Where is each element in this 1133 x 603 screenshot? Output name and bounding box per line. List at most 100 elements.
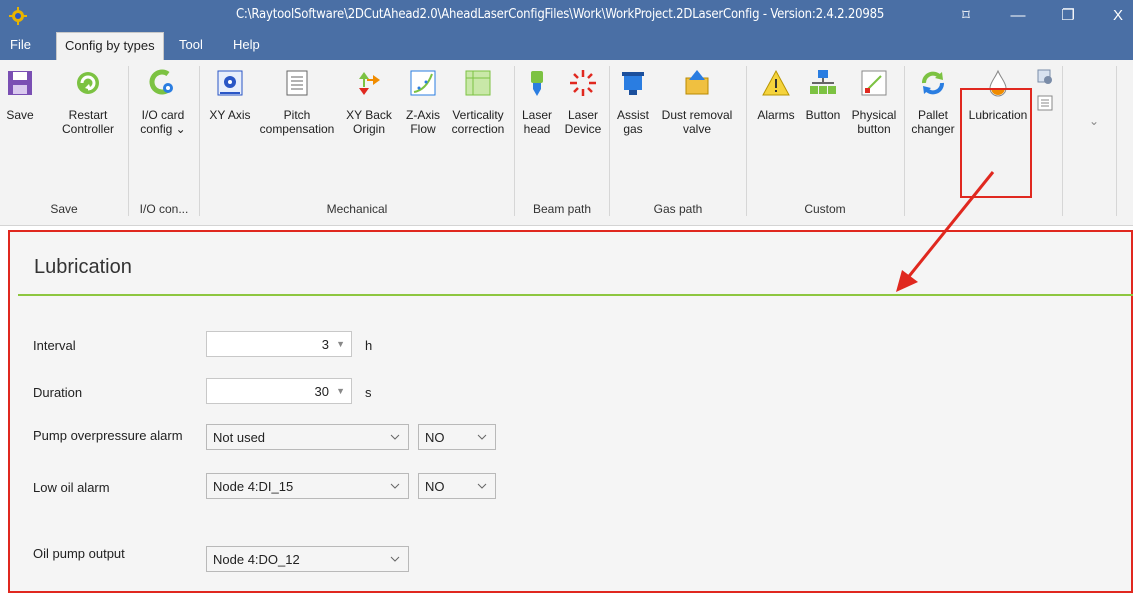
duration-unit: s — [365, 385, 372, 400]
interval-label: Interval — [33, 338, 76, 353]
low-oil-select[interactable]: Node 4:DI_15 — [206, 473, 409, 499]
physical-button-icon — [861, 70, 887, 96]
restore-icon[interactable]: ⌑ — [948, 4, 984, 28]
window-title: C:\RaytoolSoftware\2DCutAhead2.0\AheadLa… — [235, 7, 885, 22]
group-label-custom: Custom — [804, 202, 846, 216]
laser-head-label: Laser head — [521, 108, 553, 136]
xy-back-origin-label: XY Back Origin — [346, 108, 392, 136]
physical-button-button[interactable]: Physical button — [848, 68, 900, 136]
oil-pump-value: Node 4:DO_12 — [213, 552, 300, 567]
chevron-down-icon — [390, 434, 400, 440]
z-axis-flow-button[interactable]: Z-Axis Flow — [400, 68, 446, 136]
window-title-row: C:\RaytoolSoftware\2DCutAhead2.0\AheadLa… — [0, 0, 1133, 32]
interval-value: 3 — [321, 337, 329, 352]
menu-config-by-types[interactable]: Config by types — [56, 32, 164, 60]
spin-down-icon[interactable]: ▼ — [336, 339, 345, 349]
group-separator — [199, 66, 200, 216]
pump-overpressure-value: Not used — [213, 430, 266, 445]
lubrication-highlight-box — [960, 88, 1032, 198]
chevron-down-icon — [390, 556, 400, 562]
list-small-icon — [1037, 95, 1053, 111]
restart-controller-label: Restart Controller — [61, 108, 115, 136]
pallet-changer-label: Pallet changer — [911, 108, 955, 136]
pump-overpressure-mode-value: NO — [425, 430, 445, 445]
grid-icon — [465, 70, 491, 96]
low-oil-mode-select[interactable]: NO — [418, 473, 496, 499]
pump-overpressure-label: Pump overpressure alarm — [33, 428, 183, 443]
pump-overpressure-mode-select[interactable]: NO — [418, 424, 496, 450]
pallet-changer-button[interactable]: Pallet changer — [908, 68, 958, 136]
duration-spinbox[interactable]: 30 ▼ — [206, 378, 352, 404]
verticality-correction-button[interactable]: Verticality correction — [446, 68, 510, 136]
dust-removal-valve-label: Dust removal valve — [661, 108, 733, 136]
app-gear-icon — [9, 7, 27, 25]
group-separator — [514, 66, 515, 216]
pitch-compensation-button[interactable]: Pitch compensation — [257, 68, 337, 136]
page-title: Lubrication — [34, 256, 132, 278]
hierarchy-icon — [810, 70, 836, 94]
pump-overpressure-select[interactable]: Not used — [206, 424, 409, 450]
refresh-icon — [77, 72, 99, 94]
physical-button-label: Physical button — [851, 108, 897, 136]
ribbon-more-button[interactable]: ⌄ — [1086, 114, 1102, 128]
chevron-down-icon — [477, 483, 487, 489]
duration-label: Duration — [33, 385, 83, 400]
xy-axis-button[interactable]: XY Axis — [202, 68, 258, 122]
menu-help[interactable]: Help — [233, 32, 260, 60]
minimize-button[interactable]: — — [1000, 4, 1036, 28]
group-separator — [128, 66, 129, 216]
extra-tool-button[interactable] — [1034, 68, 1056, 112]
save-label: Save — [6, 108, 34, 122]
close-button[interactable]: X — [1100, 4, 1133, 28]
io-card-config-label: I/O card config ⌄ — [140, 108, 186, 136]
alarms-button[interactable]: Alarms — [754, 68, 798, 122]
duration-value: 30 — [314, 384, 329, 399]
maximize-button[interactable]: ❐ — [1050, 4, 1086, 28]
title-underline — [18, 294, 1133, 296]
laser-burst-icon — [570, 70, 596, 96]
laser-device-label: Laser Device — [564, 108, 602, 136]
group-separator — [904, 66, 905, 216]
low-oil-label: Low oil alarm — [33, 480, 110, 495]
low-oil-mode-value: NO — [425, 479, 445, 494]
menu-file[interactable]: File — [10, 32, 31, 60]
group-separator — [609, 66, 610, 216]
origin-arrows-icon — [359, 72, 380, 95]
warning-icon — [762, 69, 790, 96]
oil-pump-select[interactable]: Node 4:DO_12 — [206, 546, 409, 572]
group-separator — [746, 66, 747, 216]
button-button[interactable]: Button — [800, 68, 846, 122]
spin-down-icon[interactable]: ▼ — [336, 386, 345, 396]
group-label-mechanical: Mechanical — [326, 202, 388, 216]
pitch-compensation-label: Pitch compensation — [259, 108, 335, 136]
dust-valve-icon — [685, 70, 709, 95]
settings-small-icon — [1037, 69, 1052, 84]
save-icon — [8, 71, 32, 95]
xy-axis-label: XY Axis — [209, 108, 251, 122]
oil-pump-label: Oil pump output — [33, 546, 125, 561]
z-axis-flow-label: Z-Axis Flow — [406, 108, 440, 136]
curve-chart-icon — [410, 70, 436, 96]
dust-removal-valve-button[interactable]: Dust removal valve — [654, 68, 740, 136]
io-gear-icon — [149, 69, 173, 95]
alarms-label: Alarms — [757, 108, 795, 122]
save-button[interactable]: Save — [2, 68, 38, 122]
restart-controller-button[interactable]: Restart Controller — [50, 68, 126, 136]
laser-device-button[interactable]: Laser Device — [560, 68, 606, 136]
io-card-config-button[interactable]: I/O card config ⌄ — [130, 68, 196, 136]
menu-tool[interactable]: Tool — [179, 32, 203, 60]
menu-bar: File Config by types Tool Help — [0, 32, 1133, 60]
group-label-io: I/O con... — [139, 202, 189, 216]
laser-head-icon — [531, 71, 543, 96]
lubrication-panel: Lubrication Interval 3 ▼ h Duration 30 ▼… — [8, 230, 1133, 593]
xy-axis-gear-icon — [217, 70, 243, 96]
document-list-icon — [286, 70, 308, 96]
gas-valve-icon — [622, 72, 644, 95]
group-label-gas-path: Gas path — [653, 202, 703, 216]
laser-head-button[interactable]: Laser head — [517, 68, 557, 136]
interval-spinbox[interactable]: 3 ▼ — [206, 331, 352, 357]
assist-gas-button[interactable]: Assist gas — [612, 68, 654, 136]
title-bar: C:\RaytoolSoftware\2DCutAhead2.0\AheadLa… — [0, 0, 1133, 60]
low-oil-value: Node 4:DI_15 — [213, 479, 294, 494]
xy-back-origin-button[interactable]: XY Back Origin — [340, 68, 398, 136]
